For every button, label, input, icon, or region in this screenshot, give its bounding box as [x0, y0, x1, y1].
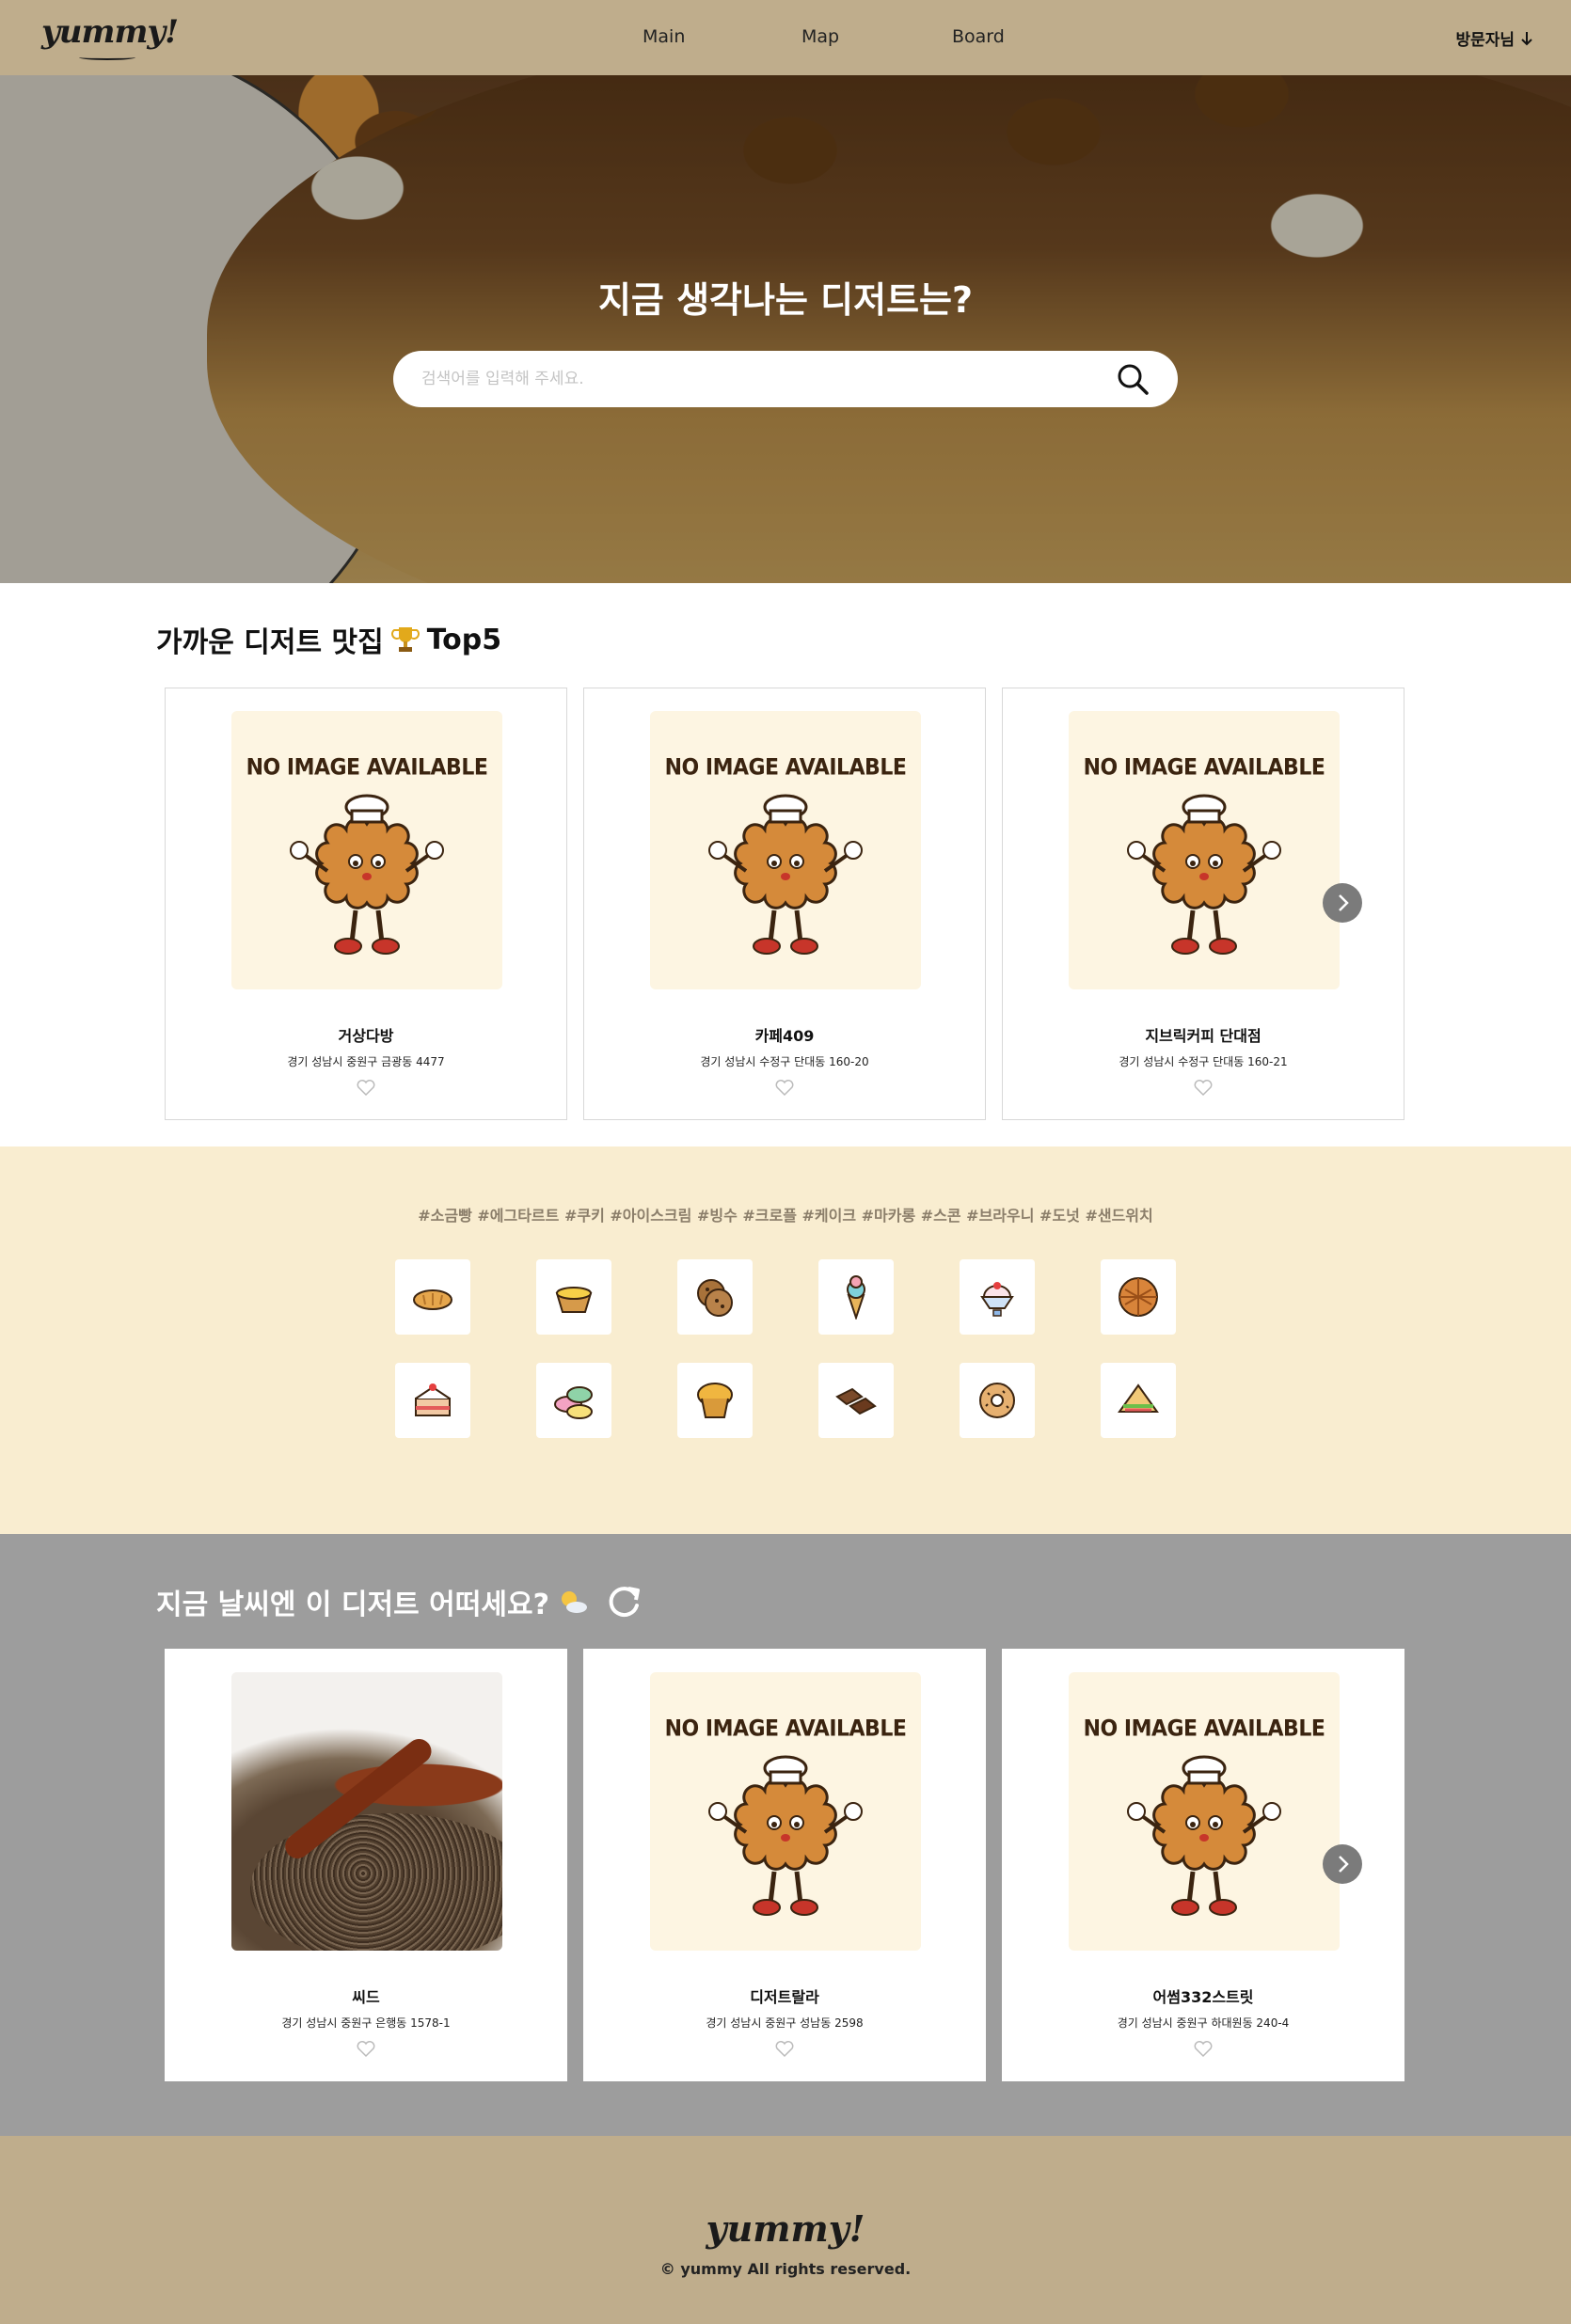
refresh-icon[interactable] — [606, 1583, 643, 1620]
restaurant-name: 거상다방 — [338, 1027, 394, 1045]
macaron-icon — [554, 1386, 593, 1419]
top5-title: 가까운 디저트 맛집 Top5 — [156, 623, 502, 660]
cookie-mascot-icon — [708, 1755, 863, 1916]
nav-main[interactable]: Main — [643, 26, 685, 47]
sandwich-icon — [1118, 1383, 1159, 1413]
cookie-icon — [697, 1279, 733, 1317]
heart-icon[interactable] — [1194, 2041, 1213, 2058]
ice-cream-icon — [847, 1275, 865, 1320]
cookie-mascot-icon — [708, 794, 863, 955]
hashtag-list: #소금빵 #에그타르트 #쿠키 #아이스크림 #빙수 #크로플 #케이크 #마카… — [418, 1207, 1153, 1225]
no-image-placeholder: NO IMAGE AVAILABLE — [1069, 1672, 1340, 1951]
footer-logo: yummy! — [706, 2207, 865, 2250]
search-bar — [393, 351, 1178, 407]
restaurant-name: 카페409 — [754, 1027, 815, 1045]
hero-title: 지금 생각나는 디저트는? — [597, 279, 974, 321]
restaurant-name: 디저트랄라 — [750, 1988, 819, 2006]
heart-icon[interactable] — [357, 1080, 375, 1097]
bingsu-icon — [980, 1282, 1014, 1317]
nav-board[interactable]: Board — [952, 26, 1005, 47]
scone-icon — [697, 1383, 733, 1418]
no-image-placeholder: NO IMAGE AVAILABLE — [231, 711, 502, 989]
restaurant-name: 어썸332스트릿 — [1152, 1988, 1254, 2006]
tag-tile-bingsu[interactable] — [960, 1259, 1035, 1335]
restaurant-address: 경기 성남시 중원구 하대원동 240-4 — [1117, 2016, 1290, 2030]
egg-tart-icon — [555, 1287, 593, 1313]
tag-tile-scone[interactable] — [677, 1363, 753, 1438]
tag-tile-cookie[interactable] — [677, 1259, 753, 1335]
restaurant-address: 경기 성남시 수정구 단대동 160-21 — [1119, 1055, 1288, 1068]
restaurant-name: 지브릭커피 단대점 — [1145, 1027, 1262, 1045]
restaurant-card[interactable]: NO IMAGE AVAILABLE 카페409 경기 성남시 수정구 단대동 … — [583, 688, 986, 1120]
restaurant-address: 경기 성남시 중원구 은행동 1578-1 — [281, 2016, 451, 2030]
dessert-tags-section: #소금빵 #에그타르트 #쿠키 #아이스크림 #빙수 #크로플 #케이크 #마카… — [0, 1146, 1571, 1534]
tag-tile-ice-cream[interactable] — [818, 1259, 894, 1335]
search-input[interactable] — [421, 351, 1080, 407]
tag-tile-cake[interactable] — [395, 1363, 470, 1438]
tag-tile-sandwich[interactable] — [1101, 1363, 1176, 1438]
restaurant-card[interactable]: NO IMAGE AVAILABLE 디저트랄라 경기 성남시 중원구 성남동 … — [583, 1649, 986, 2081]
restaurant-address: 경기 성남시 중원구 성남동 2598 — [706, 2016, 864, 2030]
trophy-icon — [390, 627, 420, 652]
heart-icon[interactable] — [357, 2041, 375, 2058]
cookie-mascot-icon — [1127, 1755, 1281, 1916]
weather-title: 지금 날씨엔 이 디저트 어떠세요? — [156, 1581, 643, 1622]
chevron-right-icon — [1339, 1856, 1349, 1873]
cake-icon — [415, 1383, 451, 1416]
tag-tile-macaron[interactable] — [536, 1363, 611, 1438]
tag-tile-donut[interactable] — [960, 1363, 1035, 1438]
brownie-icon — [835, 1387, 877, 1415]
carousel-next-button[interactable] — [1323, 883, 1362, 923]
cookie-mascot-icon — [290, 794, 444, 955]
heart-icon[interactable] — [1194, 1080, 1213, 1097]
restaurant-name: 씨드 — [352, 1988, 380, 2006]
seed-photo — [231, 1672, 502, 1951]
croffle-icon — [1119, 1277, 1158, 1317]
weather-recommendation-section: 지금 날씨엔 이 디저트 어떠세요? 씨드 경기 성남시 중원구 은행동 157… — [0, 1534, 1571, 2136]
hero-banner: 지금 생각나는 디저트는? — [0, 75, 1571, 583]
arrow-down-icon — [1521, 31, 1532, 45]
donut-icon — [979, 1383, 1015, 1418]
user-menu[interactable]: 방문자님 — [1455, 26, 1533, 50]
logo[interactable]: yummy! — [41, 13, 179, 60]
restaurant-address: 경기 성남시 중원구 금광동 4477 — [287, 1055, 445, 1068]
copyright: © yummy All rights reserved. — [659, 2260, 912, 2278]
footer: yummy! © yummy All rights reserved. — [0, 2136, 1571, 2324]
tag-tile-brownie[interactable] — [818, 1363, 894, 1438]
nav-map[interactable]: Map — [801, 26, 839, 47]
restaurant-card[interactable]: NO IMAGE AVAILABLE 거상다방 경기 성남시 중원구 금광동 4… — [165, 688, 567, 1120]
heart-icon[interactable] — [775, 1080, 794, 1097]
tag-tile-egg-tart[interactable] — [536, 1259, 611, 1335]
chevron-right-icon — [1339, 894, 1349, 911]
tag-tile-salt-bread[interactable] — [395, 1259, 470, 1335]
heart-icon[interactable] — [775, 2041, 794, 2058]
user-menu-label: 방문자님 — [1455, 31, 1515, 50]
search-icon[interactable] — [1116, 362, 1150, 396]
top-header: yummy! Main Map Board 방문자님 — [0, 0, 1571, 75]
restaurant-card[interactable]: 씨드 경기 성남시 중원구 은행동 1578-1 — [165, 1649, 567, 2081]
salt-bread-icon — [413, 1289, 452, 1310]
partly-sunny-icon — [561, 1591, 587, 1613]
cookie-mascot-icon — [1127, 794, 1281, 955]
no-image-placeholder: NO IMAGE AVAILABLE — [650, 1672, 921, 1951]
restaurant-address: 경기 성남시 수정구 단대동 160-20 — [700, 1055, 869, 1068]
no-image-placeholder: NO IMAGE AVAILABLE — [650, 711, 921, 989]
tag-tile-croffle[interactable] — [1101, 1259, 1176, 1335]
no-image-placeholder: NO IMAGE AVAILABLE — [1069, 711, 1340, 989]
carousel-next-button[interactable] — [1323, 1844, 1362, 1884]
